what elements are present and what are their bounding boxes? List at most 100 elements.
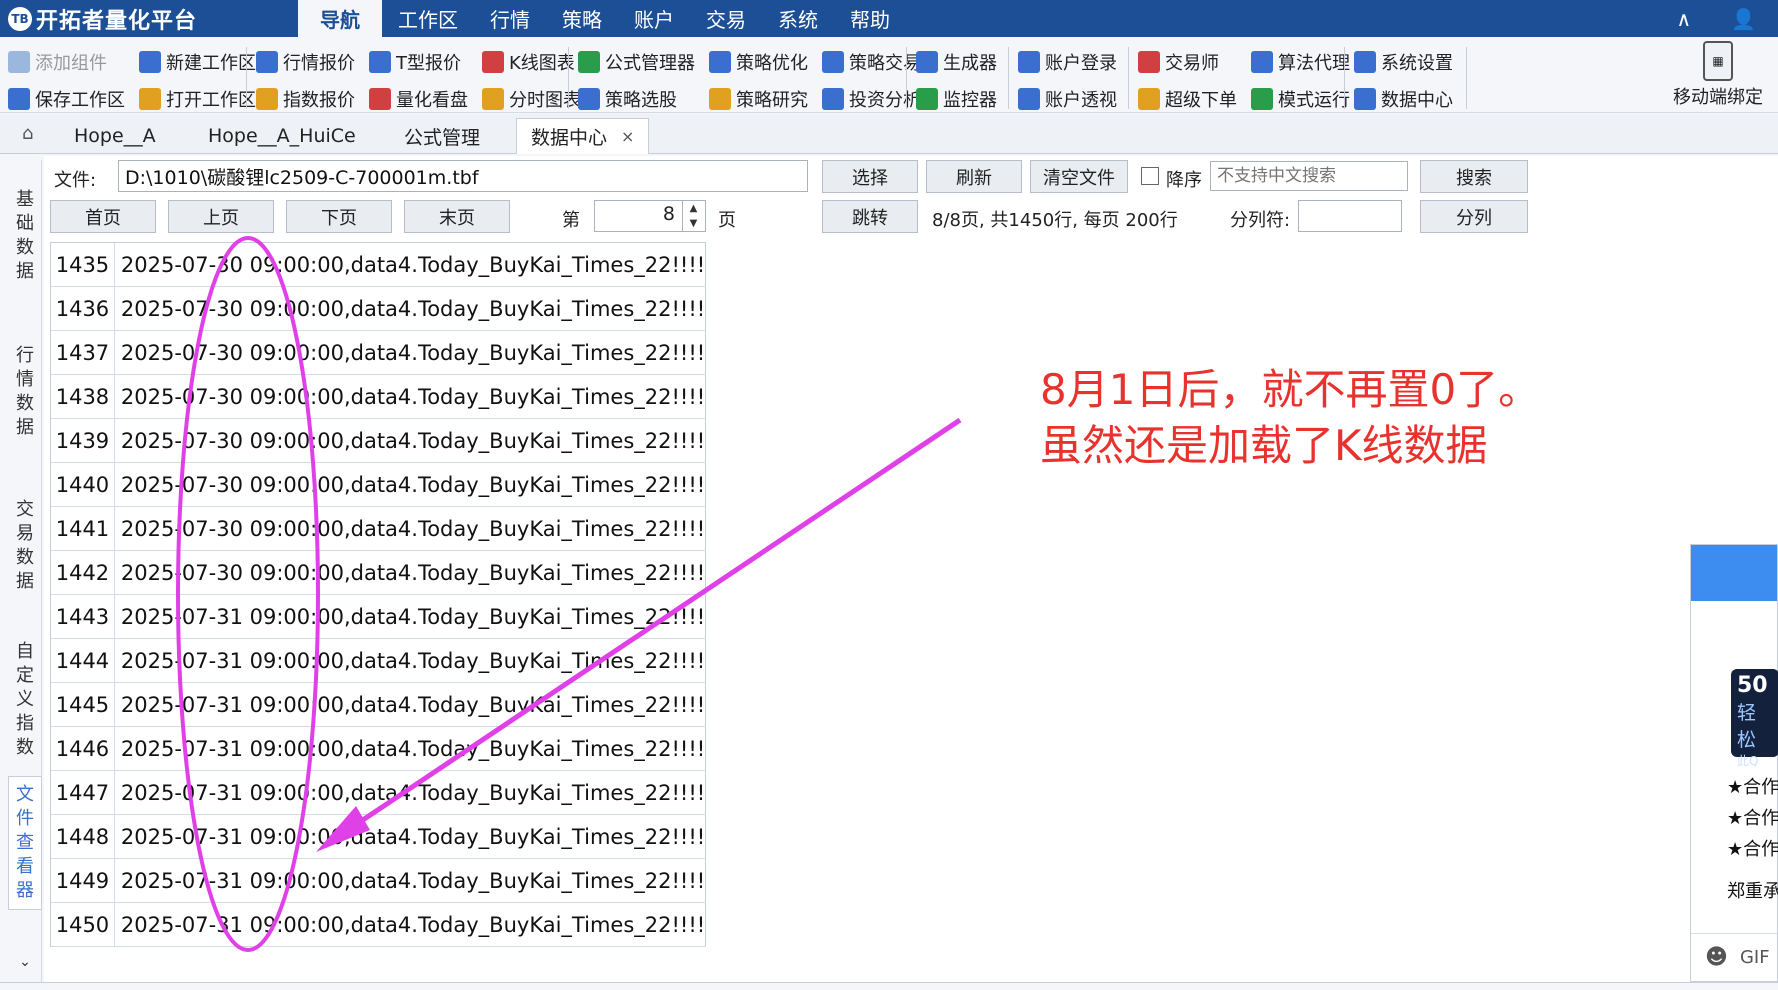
menu-item[interactable]: 帮助 [834,0,906,37]
sidebar-item-file-viewer[interactable]: 文件查看器 [8,776,42,910]
table-row[interactable]: 1440 2025-07-30 09:00:00,data4.Today_BuyK… [51,463,706,507]
toolbar-button-label: 新建工作区 [166,52,256,74]
toolbar-button[interactable]: 生成器 [916,43,1011,80]
menu-item[interactable]: 策略 [546,0,618,37]
popup-card[interactable]: 50 轻松 此Q [1731,669,1778,768]
sidebar-item-trade-data[interactable]: 交易数据 [8,498,42,594]
table-row[interactable]: 1442 2025-07-30 09:00:00,data4.Today_BuyK… [51,551,706,595]
refresh-button[interactable]: 刷新 [926,160,1022,193]
toolbar-button[interactable]: 策略选股 [578,80,709,117]
file-path-input[interactable]: D:\1010\碳酸锂lc2509-C-700001m.tbf [118,160,808,192]
row-number: 1437 [51,331,115,374]
toolbar-button[interactable]: 策略优化 [709,43,822,80]
menu-item[interactable]: 系统 [762,0,834,37]
table-row[interactable]: 1443 2025-07-31 09:00:00,data4.Today_BuyK… [51,595,706,639]
tab-hope-a[interactable]: Hope__A [60,118,170,154]
first-page-button[interactable]: 首页 [50,200,156,233]
row-number: 1435 [51,243,115,286]
last-page-button[interactable]: 末页 [404,200,510,233]
search-input[interactable] [1210,161,1408,191]
home-icon[interactable]: ⌂ [22,123,33,144]
toolbar-button[interactable]: 量化看盘 [369,80,482,117]
row-content: 2025-07-30 09:00:00,data4.Today_BuyKai_T… [115,507,706,550]
descending-checkbox[interactable] [1141,167,1159,185]
menu-item[interactable]: 交易 [690,0,762,37]
toolbar-button[interactable]: 行情报价 [256,43,369,80]
collapse-ribbon-icon[interactable]: ∧ [1676,7,1691,31]
data-center-sidebar: 基础数据 行情数据 交易数据 自定义指数 文件查看器 ⌄ [8,160,42,982]
table-row[interactable]: 1437 2025-07-30 09:00:00,data4.Today_BuyK… [51,331,706,375]
next-page-button[interactable]: 下页 [286,200,392,233]
toolbar-button-label: 行情报价 [283,52,355,74]
popup-card-text: 轻松 [1737,702,1757,751]
toolbar-button[interactable]: 策略研究 [709,80,822,117]
split-columns-button[interactable]: 分列 [1420,200,1528,233]
separator-input[interactable] [1298,200,1402,232]
toolbar-button[interactable]: 系统设置 [1354,43,1467,80]
tab-hope-a-huice[interactable]: Hope__A_HuiCe [194,118,370,154]
sidebar-scroll-icon[interactable]: ⌄ [8,950,42,974]
menu-item[interactable]: 导航 [298,0,382,37]
table-row[interactable]: 1450 2025-07-31 09:00:00,data4.Today_BuyK… [51,903,706,947]
sidebar-item-market-data[interactable]: 行情数据 [8,344,42,440]
toolbar-button[interactable]: 算法代理 [1251,43,1364,80]
tab-formula-manage[interactable]: 公式管理 [390,118,494,154]
toolbar-button[interactable]: 保存工作区 [8,80,139,117]
sidebar-item-custom-index[interactable]: 自定义指数 [8,640,42,760]
clear-file-button[interactable]: 清空文件 [1030,160,1128,193]
emoji-icon[interactable]: ☻ [1705,945,1728,970]
toolbar-button[interactable]: 公式管理器 [578,43,709,80]
toolbar-button[interactable]: 添加组件 [8,43,139,80]
spin-down-icon[interactable]: ▼ [690,218,698,229]
row-number: 1447 [51,771,115,814]
toolbar-button-label: 策略优化 [736,52,808,74]
table-row[interactable]: 1435 2025-07-30 09:00:00,data4.Today_BuyK… [51,243,706,287]
toolbar-button-label: 打开工作区 [166,89,256,111]
menu-item[interactable]: 行情 [474,0,546,37]
menu-item[interactable]: 工作区 [382,0,474,37]
toolbar-button[interactable]: 账户透视 [1018,80,1131,117]
close-icon[interactable]: × [621,127,634,146]
user-icon[interactable]: 👤 [1731,7,1756,31]
toolbar-button[interactable]: 账户登录 [1018,43,1131,80]
jump-button[interactable]: 跳转 [822,200,918,233]
search-button[interactable]: 搜索 [1420,160,1528,193]
quote-table-icon [256,50,278,73]
select-file-button[interactable]: 选择 [822,160,918,193]
mobile-bind-button[interactable]: ▦ 移动端绑定 [1658,41,1778,109]
table-row[interactable]: 1445 2025-07-31 09:00:00,data4.Today_BuyK… [51,683,706,727]
toolbar-button[interactable]: 新建工作区 [139,43,270,80]
popup-line: ★合作 [1727,808,1778,829]
spin-up-icon[interactable]: ▲ [690,203,698,214]
toolbar-button[interactable]: 交易师 [1138,43,1251,80]
file-content-grid: 1435 2025-07-30 09:00:00,data4.Today_BuyK… [50,242,706,947]
table-row[interactable]: 1441 2025-07-30 09:00:00,data4.Today_BuyK… [51,507,706,551]
toolbar-button[interactable]: T型报价 [369,43,482,80]
table-row[interactable]: 1449 2025-07-31 09:00:00,data4.Today_BuyK… [51,859,706,903]
table-row[interactable]: 1439 2025-07-30 09:00:00,data4.Today_BuyK… [51,419,706,463]
table-row[interactable]: 1446 2025-07-31 09:00:00,data4.Today_BuyK… [51,727,706,771]
prev-page-button[interactable]: 上页 [168,200,274,233]
menu-item[interactable]: 账户 [618,0,690,37]
popup-card-sub: 此Q [1737,754,1759,768]
toolbar-button[interactable]: 指数报价 [256,80,369,117]
table-row[interactable]: 1436 2025-07-30 09:00:00,data4.Today_BuyK… [51,287,706,331]
tab-data-center[interactable]: 数据中心 × [516,118,650,154]
table-row[interactable]: 1438 2025-07-30 09:00:00,data4.Today_BuyK… [51,375,706,419]
table-row[interactable]: 1447 2025-07-31 09:00:00,data4.Today_BuyK… [51,771,706,815]
toolbar-button[interactable]: 模式运行 [1251,80,1364,117]
table-row[interactable]: 1444 2025-07-31 09:00:00,data4.Today_BuyK… [51,639,706,683]
toolbar-group: 系统设置 数据中心 [1354,43,1467,117]
page-suffix-label: 页 [718,210,736,231]
page-spinner[interactable]: ▲ ▼ [682,201,704,231]
row-content: 2025-07-31 09:00:00,data4.Today_BuyKai_T… [115,771,706,814]
toolbar-button[interactable]: 打开工作区 [139,80,270,117]
toolbar-button[interactable]: 超级下单 [1138,80,1251,117]
sidebar-item-basic-data[interactable]: 基础数据 [8,188,42,284]
table-row[interactable]: 1448 2025-07-31 09:00:00,data4.Today_BuyK… [51,815,706,859]
toolbar-button[interactable]: 数据中心 [1354,80,1467,117]
toolbar-button-label: 账户透视 [1045,89,1117,111]
toolbar-button[interactable]: 监控器 [916,80,1011,117]
row-content: 2025-07-31 09:00:00,data4.Today_BuyKai_T… [115,683,706,726]
gif-icon[interactable]: GIF [1740,947,1770,968]
